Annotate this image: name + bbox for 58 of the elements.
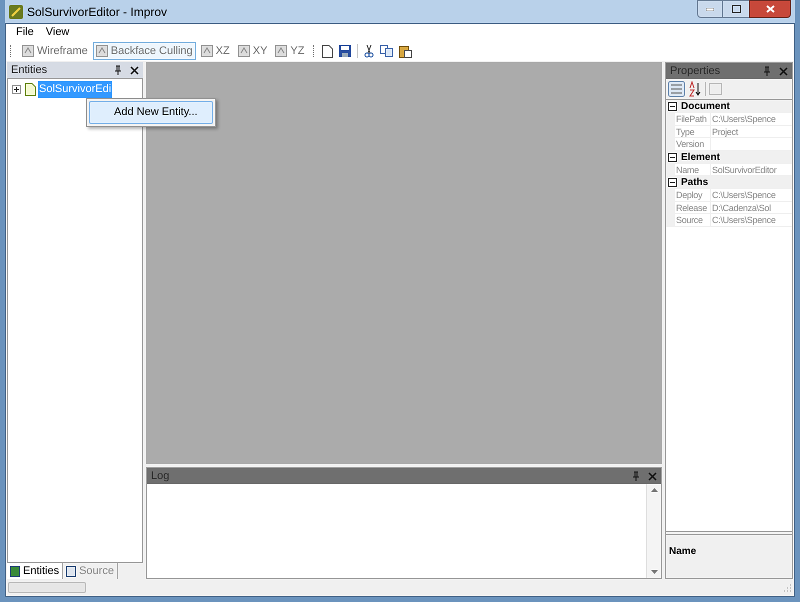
property-name: Type: [675, 126, 711, 137]
menu-item[interactable]: View: [40, 24, 76, 41]
property-value: D:\Cadenza\Sol: [711, 202, 771, 213]
property-name: Deploy: [675, 189, 711, 200]
maximize-icon: [732, 5, 740, 13]
property-name: FilePath: [675, 113, 711, 124]
document-icon: [10, 566, 20, 576]
pin-icon[interactable]: [114, 65, 122, 75]
property-name: Version: [675, 138, 711, 150]
menu-item[interactable]: Add New Entity...: [89, 101, 213, 124]
property-value: C:\Users\Spence: [711, 214, 776, 226]
document-icon: [23, 82, 36, 96]
window-title: SolSurvivorEditor - Improv: [27, 4, 168, 20]
property-value: C:\Users\Spence: [711, 189, 776, 200]
resize-grip-icon[interactable]: [782, 582, 792, 592]
toolbar-toggle[interactable]: XY: [234, 42, 270, 60]
collapse-icon[interactable]: [668, 178, 677, 187]
panel-tab[interactable]: Entities: [7, 563, 64, 579]
panel-title: Properties: [670, 64, 722, 79]
collapse-icon[interactable]: [668, 102, 677, 111]
property-name: Source: [675, 214, 711, 226]
tree-item[interactable]: SolSurvivorEdi: [38, 81, 112, 98]
close-icon: [766, 5, 774, 13]
property-value: Project: [711, 126, 738, 137]
minimize-button[interactable]: [697, 0, 723, 18]
toolbar-toggle[interactable]: YZ: [272, 42, 308, 60]
menu-item[interactable]: File: [10, 24, 40, 41]
copy-icon[interactable]: [380, 45, 394, 57]
new-file-icon[interactable]: [322, 44, 334, 58]
property-name: Release: [675, 202, 711, 213]
toolbar-toggle[interactable]: Backface Culling: [92, 42, 196, 60]
sort-alphabetical-icon[interactable]: [688, 81, 702, 97]
property-name: Name: [675, 164, 711, 175]
clipboard-icon[interactable]: [399, 44, 412, 58]
close-icon[interactable]: [130, 66, 139, 74]
save-icon[interactable]: [339, 45, 352, 57]
collapse-icon[interactable]: [668, 152, 677, 162]
scroll-down-icon[interactable]: [650, 570, 658, 574]
description-title: Name: [669, 546, 696, 557]
property-category: Element: [681, 150, 720, 164]
property-category: Document: [681, 100, 730, 114]
toolbar-toggle[interactable]: Wireframe: [19, 42, 91, 60]
maximize-button[interactable]: [723, 0, 749, 18]
minimize-icon: [706, 8, 714, 10]
property-value: C:\Users\Spence: [711, 113, 776, 124]
scroll-up-icon[interactable]: [650, 488, 658, 492]
panel-title: Log: [151, 468, 170, 484]
categorized-icon[interactable]: [668, 81, 685, 97]
property-value: SolSurvivorEditor: [711, 164, 776, 175]
expand-icon[interactable]: [12, 84, 21, 94]
panel-title: Entities: [11, 62, 48, 78]
property-category: Paths: [681, 176, 708, 190]
document-icon: [66, 566, 76, 576]
scrollbar[interactable]: [646, 484, 661, 578]
close-button[interactable]: [749, 0, 791, 18]
app-icon: [9, 4, 23, 18]
scissors-icon[interactable]: [364, 44, 374, 58]
toolbar-toggle[interactable]: XZ: [198, 42, 233, 60]
